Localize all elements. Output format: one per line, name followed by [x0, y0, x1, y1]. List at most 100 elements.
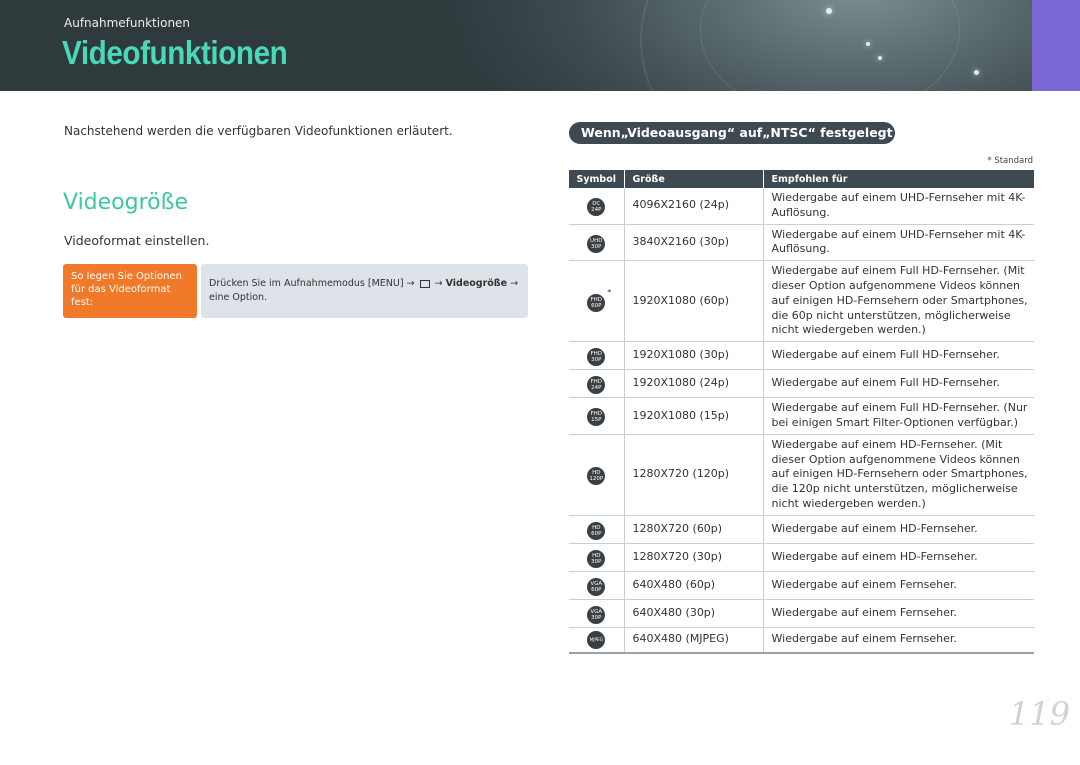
icon-label-bottom: 120P — [589, 476, 604, 483]
icon-label-bottom: 30P — [591, 243, 602, 250]
size-cell: 1280X720 (60p) — [623, 515, 763, 544]
symbol-cell: UHD 30P — [569, 224, 624, 262]
decorative-sparkle — [878, 56, 882, 60]
size-cell: 3840X2160 (30p) — [623, 224, 763, 262]
column-header-recommended: Empfohlen für — [762, 170, 1034, 188]
recommended-cell: Wiedergabe auf einem HD-Fernseher. — [762, 543, 1034, 572]
size-cell: 1920X1080 (60p) — [623, 260, 763, 343]
video-size-icon: UHD 30P — [587, 234, 606, 253]
table-row: FHD 30P 1920X1080 (30p) Wiedergabe auf eine… — [569, 341, 1034, 371]
howto-box: So legen Sie Optionen für das Videoforma… — [63, 264, 528, 318]
size-cell: 1280X720 (120p) — [623, 434, 763, 516]
howto-label: So legen Sie Optionen für das Videoforma… — [63, 264, 197, 318]
video-size-icon: HD 30P — [587, 549, 606, 568]
recommended-cell: Wiedergabe auf einem Full HD-Fernseher. — [762, 341, 1034, 371]
table-row: HD 120P 1280X720 (120p) Wiedergabe auf eine… — [569, 434, 1034, 516]
table-row: HD 60P 1280X720 (60p) Wiedergabe auf einem … — [569, 515, 1034, 544]
symbol-cell: MJPEG — [569, 627, 624, 654]
table-row: HD 30P 1280X720 (30p) Wiedergabe auf einem … — [569, 543, 1034, 572]
page-title: Videofunktionen — [62, 34, 288, 71]
section-label: Aufnahmefunktionen — [64, 16, 191, 30]
symbol-cell: FHD 30P — [569, 341, 624, 371]
recommended-cell: Wiedergabe auf einem Full HD-Fernseher. — [762, 369, 1034, 399]
icon-label-bottom: 30P — [591, 614, 602, 621]
table-row: FHD 60P * 1920X1080 (60p) Wiedergabe auf ein… — [569, 260, 1034, 343]
howto-menu-item: Videogröße — [445, 278, 508, 289]
video-size-icon: FHD 60P * — [587, 288, 611, 312]
table-row: UHD 30P 3840X2160 (30p) Wiedergabe auf eine… — [569, 224, 1034, 262]
symbol-cell: VGA 30P — [569, 599, 624, 628]
symbol-cell: HD 120P — [569, 434, 624, 516]
icon-label-bottom: 30P — [591, 357, 602, 364]
icon-label-bottom: 60P — [591, 586, 602, 593]
table-row: VGA 60P 640X480 (60p) Wiedergabe auf einem … — [569, 571, 1034, 600]
howto-text-suffix: eine Option. — [209, 292, 268, 303]
size-cell: 640X480 (MJPEG) — [623, 627, 763, 654]
chapter-header-banner: Aufnahmefunktionen Videofunktionen — [0, 0, 1080, 91]
table-header-row: Symbol Größe Empfohlen für — [569, 170, 1034, 188]
video-size-table: Symbol Größe Empfohlen für DC 24P 4096X216… — [569, 170, 1034, 654]
table-row: VGA 30P 640X480 (30p) Wiedergabe auf einem … — [569, 599, 1034, 628]
symbol-cell: FHD 15P — [569, 397, 624, 435]
video-size-icon: MJPEG — [587, 630, 606, 649]
icon-label-bottom: 15P — [591, 417, 602, 424]
intro-text: Nachstehend werden die verfügbaren Video… — [64, 124, 453, 138]
icon-label-bottom: 24P — [591, 385, 602, 392]
symbol-cell: DC 24P — [569, 188, 624, 225]
symbol-cell: HD 60P — [569, 515, 624, 544]
standard-note: * Standard — [987, 156, 1033, 166]
symbol-cell: HD 30P — [569, 543, 624, 572]
icon-label-bottom: 24P — [591, 207, 602, 214]
howto-arrow: → — [510, 278, 519, 289]
table-row: FHD 24P 1920X1080 (24p) Wiedergabe auf eine… — [569, 369, 1034, 399]
icon-label-bottom: 30P — [591, 558, 602, 565]
video-size-icon: VGA 30P — [587, 605, 606, 624]
symbol-cell: FHD 60P * — [569, 260, 624, 343]
video-size-icon: VGA 60P — [587, 577, 606, 596]
recommended-cell: Wiedergabe auf einem UHD-Fernseher mit 4… — [762, 188, 1034, 225]
chapter-tab[interactable] — [1032, 0, 1080, 91]
symbol-cell: FHD 24P — [569, 369, 624, 399]
symbol-cell: VGA 60P — [569, 571, 624, 600]
subheading-video-size: Videogröße — [63, 190, 189, 215]
decorative-sparkle — [866, 42, 870, 46]
decorative-sparkle — [974, 70, 979, 75]
size-cell: 1280X720 (30p) — [623, 543, 763, 572]
video-menu-icon — [419, 279, 430, 288]
size-cell: 640X480 (60p) — [623, 571, 763, 600]
recommended-cell: Wiedergabe auf einem Full HD-Fernseher. … — [762, 397, 1034, 435]
howto-text-prefix: Drücken Sie im Aufnahmemodus [MENU] → — [209, 278, 418, 289]
video-size-icon: FHD 30P — [587, 348, 606, 367]
video-size-icon: DC 24P — [587, 198, 606, 217]
icon-label-top: MJPEG — [589, 636, 603, 642]
ntsc-condition-pill: Wenn„Videoausgang“ auf„NTSC“ festgelegt … — [569, 122, 895, 162]
recommended-cell: Wiedergabe auf einem Fernseher. — [762, 627, 1034, 654]
size-cell: 640X480 (30p) — [623, 599, 763, 628]
table-row: DC 24P 4096X2160 (24p) Wiedergabe auf einem… — [569, 188, 1034, 225]
page-number: 119 — [1008, 695, 1070, 733]
size-cell: 1920X1080 (24p) — [623, 369, 763, 399]
video-size-icon: HD 60P — [587, 521, 606, 540]
recommended-cell: Wiedergabe auf einem Fernseher. — [762, 571, 1034, 600]
video-size-description: Videoformat einstellen. — [64, 233, 210, 248]
howto-arrow: → — [434, 278, 443, 289]
recommended-cell: Wiedergabe auf einem HD-Fernseher. (Mit … — [762, 434, 1034, 516]
size-cell: 1920X1080 (30p) — [623, 341, 763, 371]
icon-label-bottom: 60P — [591, 302, 602, 309]
column-header-symbol: Symbol — [569, 170, 624, 188]
default-marker: * — [607, 287, 612, 297]
size-cell: 1920X1080 (15p) — [623, 397, 763, 435]
video-size-icon: FHD 24P — [587, 376, 606, 395]
video-size-icon: HD 120P — [587, 467, 606, 486]
icon-label-bottom: 60P — [591, 530, 602, 537]
recommended-cell: Wiedergabe auf einem HD-Fernseher. — [762, 515, 1034, 544]
recommended-cell: Wiedergabe auf einem UHD-Fernseher mit 4… — [762, 224, 1034, 262]
table-row: MJPEG 640X480 (MJPEG) Wiedergabe auf einem… — [569, 627, 1034, 654]
column-header-size: Größe — [623, 170, 763, 188]
recommended-cell: Wiedergabe auf einem Fernseher. — [762, 599, 1034, 628]
decorative-sparkle — [826, 8, 832, 14]
size-cell: 4096X2160 (24p) — [623, 188, 763, 225]
howto-instruction: Drücken Sie im Aufnahmemodus [MENU] → → … — [201, 264, 528, 318]
video-size-icon: FHD 15P — [587, 408, 606, 427]
recommended-cell: Wiedergabe auf einem Full HD-Fernseher. … — [762, 260, 1034, 343]
